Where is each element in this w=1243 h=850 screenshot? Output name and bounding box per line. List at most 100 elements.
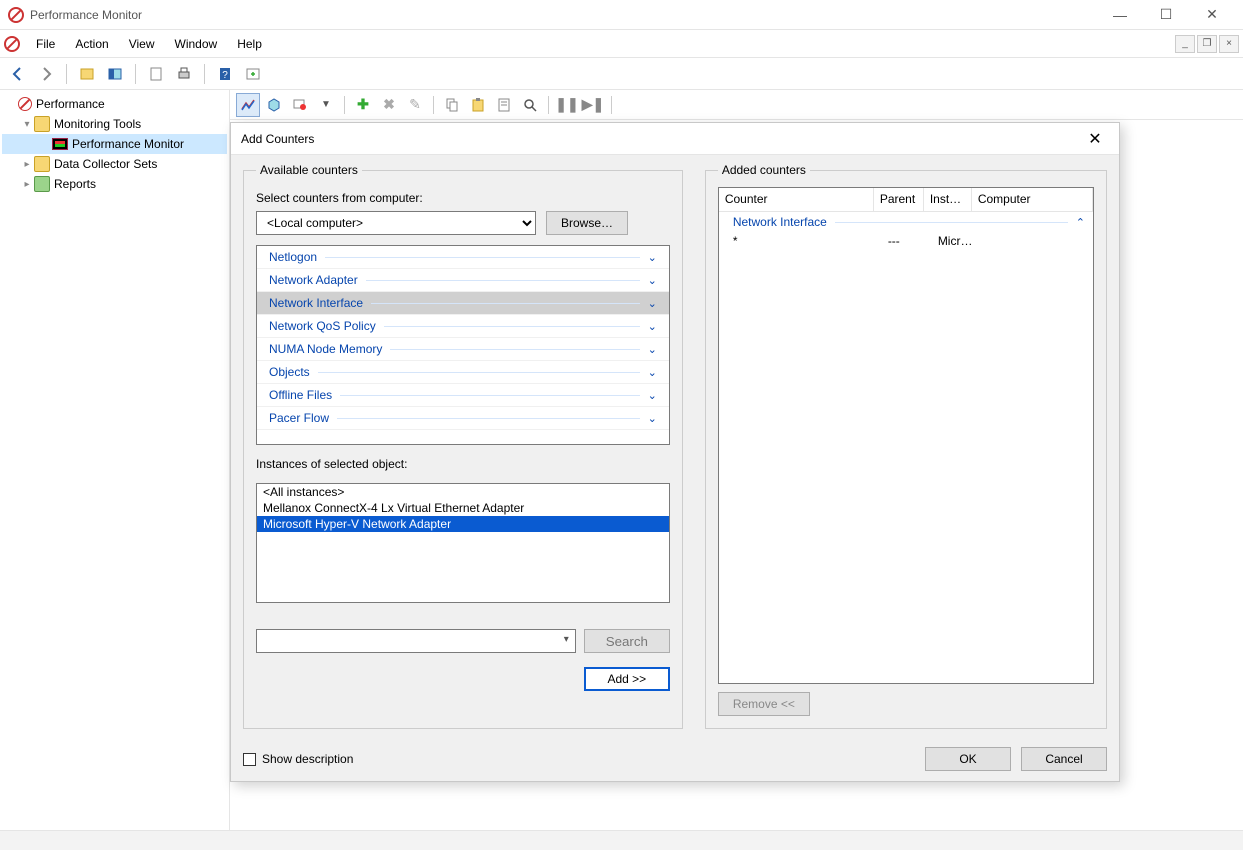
dialog-close-button[interactable]: ✕ xyxy=(1081,125,1109,153)
show-hide-tree-button[interactable] xyxy=(75,62,99,86)
minimize-button[interactable]: — xyxy=(1097,0,1143,30)
window-title: Performance Monitor xyxy=(30,8,142,22)
nav-performance-monitor[interactable]: Performance Monitor xyxy=(2,134,227,154)
menu-file[interactable]: File xyxy=(26,33,65,55)
instance-row[interactable]: Mellanox ConnectX-4 Lx Virtual Ethernet … xyxy=(257,500,669,516)
ok-button[interactable]: OK xyxy=(925,747,1011,771)
chevron-down-icon[interactable]: ⌄ xyxy=(648,389,657,402)
nav-label: Reports xyxy=(54,177,96,191)
close-button[interactable]: ✕ xyxy=(1189,0,1235,30)
show-description-checkbox[interactable] xyxy=(243,753,256,766)
nav-reports[interactable]: ▸ Reports xyxy=(2,174,227,194)
added-counter-row[interactable]: * --- Micr… xyxy=(719,232,1093,250)
nav-performance[interactable]: Performance xyxy=(2,94,227,114)
cancel-button[interactable]: Cancel xyxy=(1021,747,1107,771)
show-description-label: Show description xyxy=(262,752,353,766)
counter-category-row[interactable]: Objects ⌄ xyxy=(257,361,669,384)
help-button[interactable]: ? xyxy=(213,62,237,86)
counter-category-label: Network Interface xyxy=(269,296,363,310)
menu-window[interactable]: Window xyxy=(165,33,228,55)
view-graph-button[interactable] xyxy=(236,93,260,117)
tree-expand-icon[interactable]: ▸ xyxy=(20,179,34,190)
row-divider xyxy=(318,372,640,373)
chevron-down-icon[interactable]: ⌄ xyxy=(648,251,657,264)
added-counters-table[interactable]: Counter Parent Inst… Computer Network In… xyxy=(718,187,1094,684)
zoom-button[interactable] xyxy=(518,93,542,117)
counter-category-row[interactable]: Netlogon⌄ xyxy=(257,246,669,269)
available-counters-list[interactable]: Netlogon⌄Network Adapter⌄Network Interfa… xyxy=(256,245,670,445)
counter-category-row[interactable]: NUMA Node Memory⌄ xyxy=(257,338,669,361)
chevron-down-icon[interactable]: ⌄ xyxy=(648,412,657,425)
search-button[interactable]: Search xyxy=(584,629,670,653)
maximize-button[interactable]: ☐ xyxy=(1143,0,1189,30)
menu-action[interactable]: Action xyxy=(65,33,118,55)
col-counter[interactable]: Counter xyxy=(719,188,874,211)
counter-category-row[interactable]: Network QoS Policy⌄ xyxy=(257,315,669,338)
counter-category-row[interactable]: Pacer Flow⌄ xyxy=(257,407,669,430)
display-dropdown-button[interactable]: ▼ xyxy=(314,93,338,117)
window-controls: — ☐ ✕ xyxy=(1097,0,1235,30)
folder-icon xyxy=(34,156,50,172)
instances-list[interactable]: <All instances>Mellanox ConnectX-4 Lx Vi… xyxy=(256,483,670,603)
added-group-label: Network Interface xyxy=(733,215,827,229)
col-parent[interactable]: Parent xyxy=(874,188,924,211)
counter-category-row[interactable]: Offline Files⌄ xyxy=(257,384,669,407)
properties-button[interactable] xyxy=(492,93,516,117)
instances-hscrollbar[interactable] xyxy=(256,603,670,619)
search-input[interactable]: ▾ xyxy=(256,629,576,653)
mdi-close-button[interactable]: × xyxy=(1219,35,1239,53)
row-divider xyxy=(337,418,640,419)
monitor-icon xyxy=(52,138,68,150)
nav-label: Monitoring Tools xyxy=(54,117,141,131)
delete-counter-button[interactable]: ✖ xyxy=(377,93,401,117)
chevron-down-icon[interactable]: ⌄ xyxy=(648,320,657,333)
browse-button[interactable]: Browse… xyxy=(546,211,628,235)
tree-collapse-icon[interactable]: ▾ xyxy=(20,119,34,130)
chevron-down-icon: ▾ xyxy=(564,634,569,645)
remove-button[interactable]: Remove << xyxy=(718,692,810,716)
row-divider xyxy=(366,280,640,281)
nav-monitoring-tools[interactable]: ▾ Monitoring Tools xyxy=(2,114,227,134)
forward-button[interactable] xyxy=(34,62,58,86)
counter-category-row[interactable]: Network Interface ⌄ xyxy=(257,292,669,315)
col-computer[interactable]: Computer xyxy=(972,188,1093,211)
view-3d-button[interactable] xyxy=(262,93,286,117)
paste-button[interactable] xyxy=(466,93,490,117)
mdi-restore-button[interactable]: ❐ xyxy=(1197,35,1217,53)
copy-button[interactable] xyxy=(440,93,464,117)
chevron-down-icon[interactable]: ⌄ xyxy=(648,274,657,287)
new-window-button[interactable] xyxy=(241,62,265,86)
nav-data-collector-sets[interactable]: ▸ Data Collector Sets xyxy=(2,154,227,174)
mdi-minimize-button[interactable]: _ xyxy=(1175,35,1195,53)
print-button[interactable] xyxy=(172,62,196,86)
add-counter-button[interactable]: ✚ xyxy=(351,93,375,117)
instance-row[interactable]: Microsoft Hyper-V Network Adapter xyxy=(257,516,669,532)
display-type-button[interactable] xyxy=(288,93,312,117)
update-button[interactable]: ▶❚ xyxy=(581,93,605,117)
col-instance[interactable]: Inst… xyxy=(924,188,972,211)
export-button[interactable] xyxy=(144,62,168,86)
chevron-up-icon[interactable]: ⌃ xyxy=(1076,216,1085,229)
add-button[interactable]: Add >> xyxy=(584,667,670,691)
chevron-down-icon[interactable]: ⌄ xyxy=(648,366,657,379)
counter-category-row[interactable]: Network Adapter⌄ xyxy=(257,269,669,292)
toolbar-separator xyxy=(611,96,612,114)
freeze-button[interactable]: ❚❚ xyxy=(555,93,579,117)
row-divider xyxy=(325,257,640,258)
added-table-header: Counter Parent Inst… Computer xyxy=(719,188,1093,212)
computer-select[interactable]: <Local computer> xyxy=(256,211,536,235)
added-group-row[interactable]: Network Interface ⌃ xyxy=(719,212,1093,232)
back-button[interactable] xyxy=(6,62,30,86)
highlight-button[interactable]: ✎ xyxy=(403,93,427,117)
instance-row[interactable]: <All instances> xyxy=(257,484,669,500)
menu-help[interactable]: Help xyxy=(227,33,272,55)
menu-view[interactable]: View xyxy=(119,33,165,55)
chevron-down-icon[interactable]: ⌄ xyxy=(648,343,657,356)
show-hide-action-button[interactable] xyxy=(103,62,127,86)
navigation-tree[interactable]: Performance ▾ Monitoring Tools Performan… xyxy=(0,90,230,830)
counter-category-label: Objects xyxy=(269,365,310,379)
dialog-title-text: Add Counters xyxy=(241,132,314,146)
added-legend: Added counters xyxy=(718,163,810,177)
tree-expand-icon[interactable]: ▸ xyxy=(20,159,34,170)
chevron-down-icon[interactable]: ⌄ xyxy=(648,297,657,310)
